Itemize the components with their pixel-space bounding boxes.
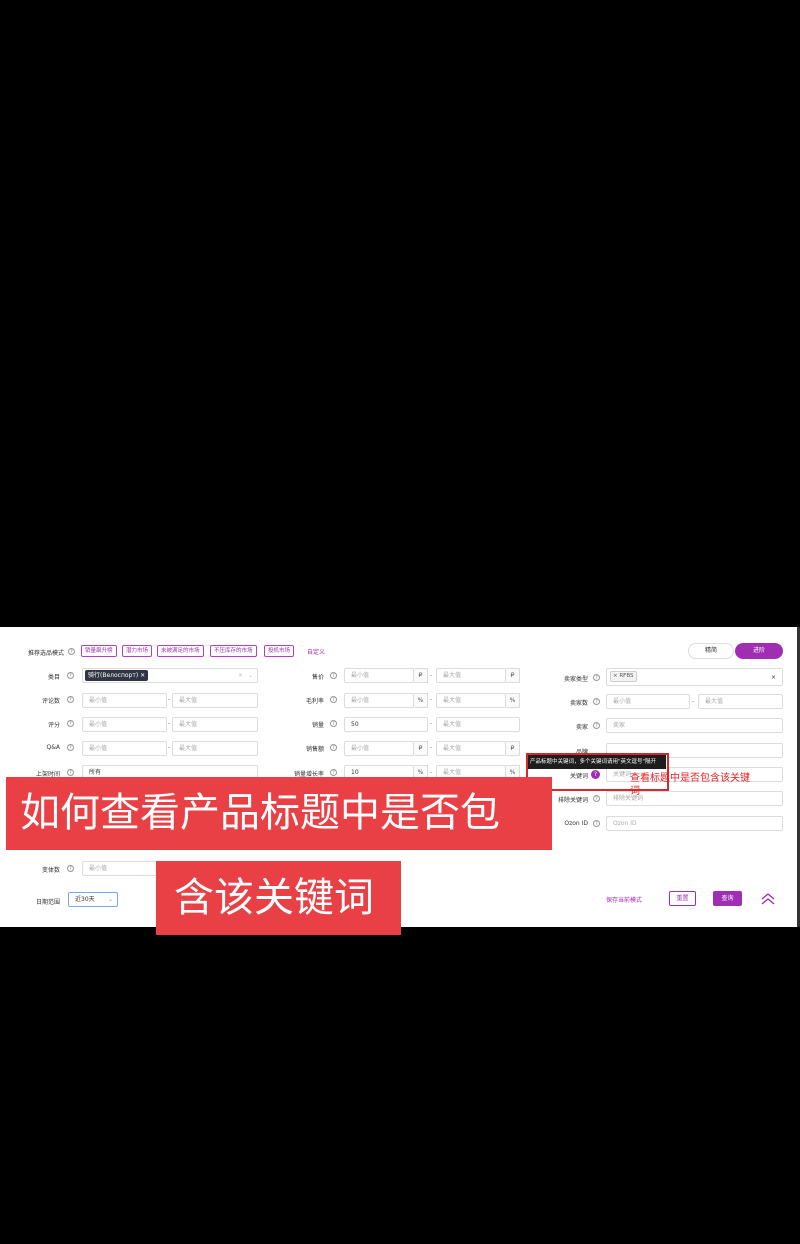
seller-input[interactable]: 卖家 bbox=[606, 718, 783, 733]
chevron-down-icon[interactable]: ⌄ bbox=[248, 669, 253, 682]
sales-amount-max-input[interactable]: 最大值 bbox=[436, 741, 506, 756]
annotation-text: 查看标题中是否包含该关键词 bbox=[630, 773, 750, 797]
date-range-value: 近30天 bbox=[75, 896, 95, 903]
ozon-id-input[interactable]: Ozon ID bbox=[606, 816, 783, 831]
qa-min-input[interactable]: 最小值 bbox=[82, 741, 167, 756]
range-dash: - bbox=[430, 769, 433, 776]
category-select[interactable]: 骑行(Велоспорт) ✕ × ⌄ bbox=[82, 668, 258, 683]
range-dash: - bbox=[168, 720, 171, 727]
help-icon[interactable]: ? bbox=[67, 865, 74, 872]
currency-unit: ₽ bbox=[506, 668, 520, 683]
percent-unit: % bbox=[414, 693, 428, 708]
collapse-up-icon[interactable] bbox=[760, 892, 776, 906]
margin-min-input[interactable]: 最小值 bbox=[344, 693, 414, 708]
custom-mode-link[interactable]: 自定义 bbox=[307, 647, 325, 656]
variants-label: 变体数 bbox=[41, 867, 60, 874]
listing-time-value: 所有 bbox=[89, 769, 102, 776]
chip-no-inventory-market[interactable]: 不压库存的市场 bbox=[210, 645, 257, 657]
currency-unit: ₽ bbox=[414, 741, 428, 756]
help-icon[interactable]: ? bbox=[593, 795, 600, 802]
date-range-label: 日期范围 bbox=[35, 899, 60, 906]
help-icon[interactable]: ? bbox=[330, 744, 337, 751]
reviews-max-input[interactable]: 最大值 bbox=[172, 693, 258, 708]
help-icon[interactable]: ? bbox=[330, 672, 337, 679]
recommend-mode-label: 推荐选品模式 bbox=[27, 650, 64, 657]
range-dash: - bbox=[430, 696, 433, 703]
help-icon[interactable]: ? bbox=[67, 696, 74, 703]
category-label: 类目 bbox=[47, 674, 60, 681]
rating-max-input[interactable]: 最大值 bbox=[172, 717, 258, 732]
help-icon[interactable]: ? bbox=[67, 769, 74, 776]
price-min-input[interactable]: 最小值 bbox=[344, 668, 414, 683]
seller-type-tag: × RFBS bbox=[610, 671, 637, 682]
overlay-caption-line2: 含该关键词 bbox=[156, 861, 401, 935]
help-icon[interactable]: ? bbox=[330, 696, 337, 703]
clear-icon[interactable]: × bbox=[238, 669, 243, 682]
rating-label: 评分 bbox=[47, 722, 60, 729]
margin-max-input[interactable]: 最大值 bbox=[436, 693, 506, 708]
advanced-mode-button[interactable]: 进阶 bbox=[735, 643, 783, 659]
currency-unit: ₽ bbox=[414, 668, 428, 683]
sales-label: 销量 bbox=[311, 722, 324, 729]
chip-speculative-market[interactable]: 投机市场 bbox=[264, 645, 295, 657]
chip-unmet-market[interactable]: 未被满足的市场 bbox=[157, 645, 204, 657]
close-icon[interactable]: ✕ bbox=[140, 672, 145, 679]
price-max-input[interactable]: 最大值 bbox=[436, 668, 506, 683]
save-mode-link[interactable]: 保存当前模式 bbox=[606, 895, 642, 904]
overlay-caption-line1: 如何查看产品标题中是否包 bbox=[6, 777, 552, 850]
percent-unit: % bbox=[506, 693, 520, 708]
video-frame: 推荐选品模式 ? 销量飙升榜 潜力市场 未被满足的市场 不压库存的市场 投机市场… bbox=[0, 0, 800, 1244]
seller-type-label: 卖家类型 bbox=[563, 676, 588, 683]
date-range-select[interactable]: 近30天 ⌄ bbox=[68, 892, 118, 907]
seller-type-tag-label: RFBS bbox=[619, 673, 634, 679]
sales-amount-label: 销售额 bbox=[305, 746, 324, 753]
range-dash: - bbox=[430, 672, 433, 679]
rating-min-input[interactable]: 最小值 bbox=[82, 717, 167, 732]
help-icon[interactable]: ? bbox=[67, 744, 74, 751]
seller-label: 卖家 bbox=[575, 724, 588, 731]
seller-count-min-input[interactable]: 最小值 bbox=[606, 694, 690, 709]
help-icon[interactable]: ? bbox=[330, 769, 337, 776]
category-tag-label: 骑行(Велоспорт) bbox=[88, 672, 139, 679]
keyword-tooltip: 产品标题中关键词，多个关键词请用"英文逗号"隔开 bbox=[528, 755, 666, 769]
currency-unit: ₽ bbox=[506, 741, 520, 756]
reviews-min-input[interactable]: 最小值 bbox=[82, 693, 167, 708]
simple-mode-button[interactable]: 精简 bbox=[688, 643, 734, 659]
seller-type-select[interactable]: × RFBS × bbox=[606, 668, 783, 686]
reviews-label: 评论数 bbox=[41, 698, 60, 705]
chip-potential-market[interactable]: 潜力市场 bbox=[122, 645, 153, 657]
qa-max-input[interactable]: 最大值 bbox=[172, 741, 258, 756]
help-icon[interactable]: ? bbox=[67, 720, 74, 727]
range-dash: - bbox=[692, 698, 695, 705]
search-button[interactable]: 查询 bbox=[713, 891, 742, 906]
chip-sales-surge[interactable]: 销量飙升榜 bbox=[81, 645, 117, 657]
range-dash: - bbox=[430, 744, 433, 751]
sales-amount-min-input[interactable]: 最小值 bbox=[344, 741, 414, 756]
help-icon[interactable]: ? bbox=[68, 648, 75, 655]
variants-min-input[interactable]: 最小值 bbox=[82, 861, 167, 876]
qa-label: Q&A bbox=[46, 744, 60, 751]
margin-label: 毛利率 bbox=[305, 698, 324, 705]
clear-icon[interactable]: × bbox=[771, 671, 776, 684]
range-dash: - bbox=[430, 720, 433, 727]
seller-count-label: 卖家数 bbox=[569, 700, 588, 707]
range-dash: - bbox=[168, 744, 171, 751]
sales-min-input[interactable]: 50 bbox=[344, 717, 428, 732]
help-icon[interactable]: ? bbox=[593, 698, 600, 705]
range-dash: - bbox=[168, 696, 171, 703]
help-icon[interactable]: ? bbox=[67, 672, 74, 679]
help-icon[interactable]: ? bbox=[330, 720, 337, 727]
chevron-down-icon: ⌄ bbox=[108, 896, 114, 903]
seller-count-max-input[interactable]: 最大值 bbox=[698, 694, 783, 709]
reset-button[interactable]: 重置 bbox=[669, 891, 696, 906]
category-tag: 骑行(Велоспорт) ✕ bbox=[85, 670, 149, 681]
sales-max-input[interactable]: 最大值 bbox=[436, 717, 520, 732]
help-icon[interactable]: ? bbox=[593, 722, 600, 729]
price-label: 售价 bbox=[311, 674, 324, 681]
help-icon[interactable]: ? bbox=[593, 820, 600, 827]
help-icon[interactable]: ? bbox=[593, 674, 600, 681]
